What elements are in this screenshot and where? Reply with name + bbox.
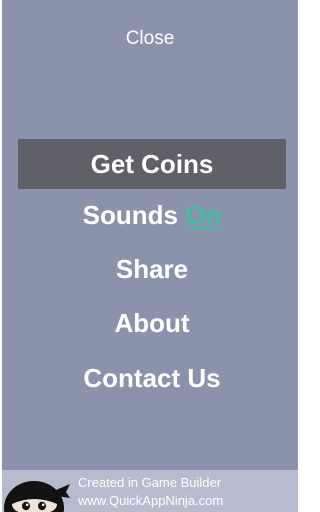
share-label: Share bbox=[115, 254, 189, 284]
footer-bar[interactable]: Created in Game Builder www.QuickAppNinj… bbox=[2, 470, 298, 512]
sounds-label: Sounds bbox=[82, 200, 178, 230]
about-button[interactable]: About bbox=[18, 298, 286, 348]
contact-us-label: Contact Us bbox=[83, 363, 221, 393]
sounds-state[interactable]: On bbox=[185, 200, 221, 230]
sounds-toggle[interactable]: Sounds On bbox=[18, 190, 286, 240]
get-coins-button[interactable]: Get Coins bbox=[18, 139, 286, 189]
share-button[interactable]: Share bbox=[18, 244, 286, 294]
about-label: About bbox=[114, 308, 190, 338]
footer-credit[interactable]: Created in Game Builder www.QuickAppNinj… bbox=[78, 474, 223, 510]
get-coins-label: Get Coins bbox=[90, 149, 214, 179]
app-screen: Close Get Coins Sounds On Share About Co… bbox=[0, 0, 299, 512]
footer-line-2[interactable]: www.QuickAppNinja.com bbox=[78, 492, 223, 510]
ninja-mascot-icon bbox=[2, 478, 72, 512]
close-button[interactable]: Close bbox=[2, 28, 298, 50]
contact-us-button[interactable]: Contact Us bbox=[18, 353, 286, 403]
footer-line-1: Created in Game Builder bbox=[78, 475, 222, 490]
menu-panel: Close Get Coins Sounds On Share About Co… bbox=[2, 0, 298, 470]
